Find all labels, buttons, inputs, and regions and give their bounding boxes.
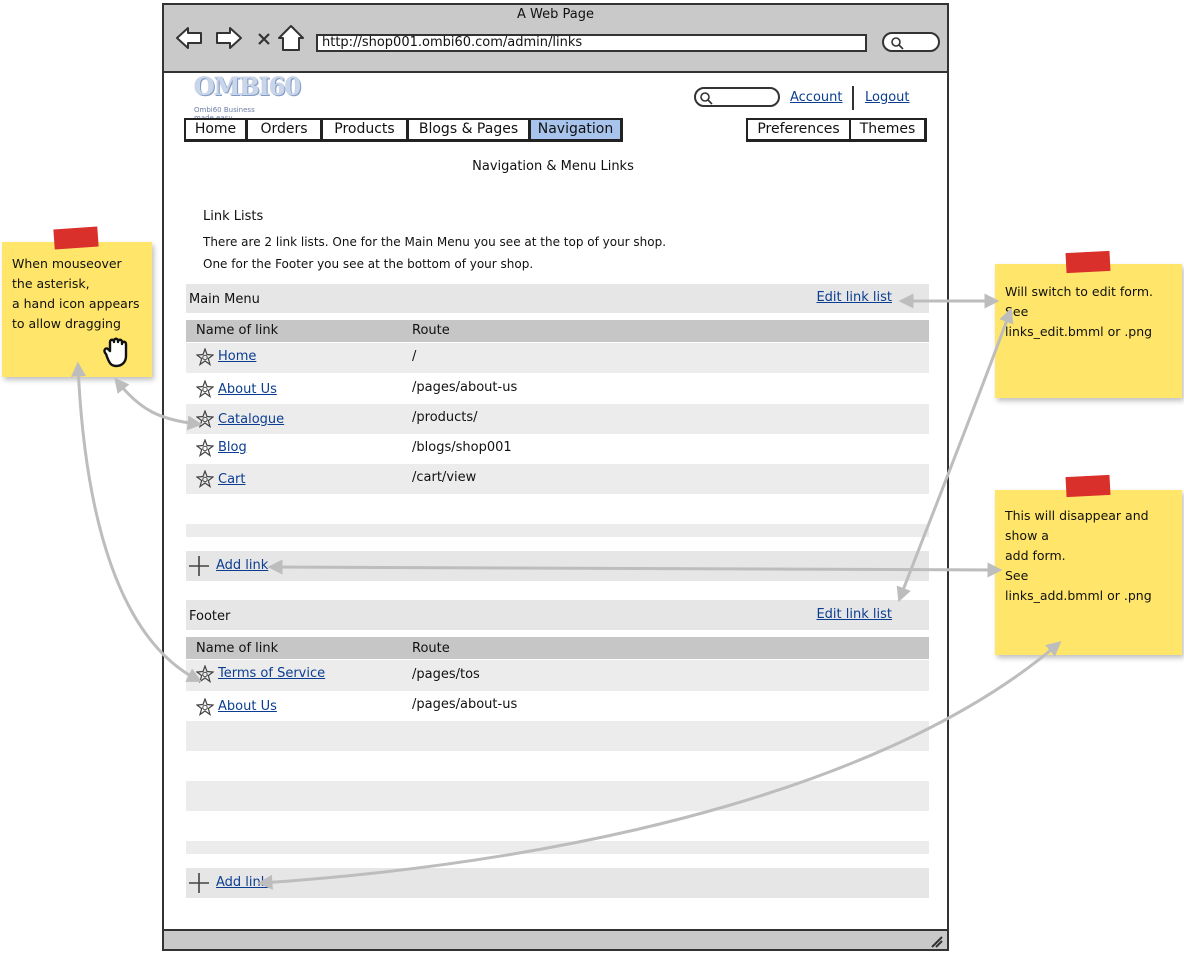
section-title: Main Menu (189, 292, 260, 307)
window-title: A Web Page (517, 7, 594, 22)
table-header: Name of link Route (186, 637, 929, 659)
note-text: links_add.bmml or .png (1005, 588, 1152, 603)
link-name[interactable]: Cart (218, 472, 246, 487)
sticky-tape (1065, 474, 1111, 498)
column-header-route: Route (412, 641, 450, 656)
empty-row (186, 841, 929, 854)
link-name[interactable]: Blog (218, 440, 247, 455)
tab-home[interactable]: Home (184, 118, 248, 142)
empty-row (186, 781, 929, 811)
note-text: a hand icon appears (12, 296, 140, 311)
table-row: Terms of Service /pages/tos (186, 660, 929, 691)
intro-text: There are 2 link lists. One for the Main… (203, 235, 667, 249)
note-text: links_edit.bmml or .png (1005, 324, 1153, 339)
plus-icon[interactable] (188, 555, 210, 577)
column-header-route: Route (412, 323, 450, 338)
admin-search-input[interactable] (694, 87, 780, 107)
table-row: About Us /pages/about-us (186, 373, 929, 403)
link-route: /pages/tos (412, 667, 480, 682)
header-divider (852, 86, 854, 110)
link-name[interactable]: Home (218, 349, 256, 364)
tab-navigation[interactable]: Navigation (529, 118, 623, 142)
note-text: add form. (1005, 548, 1066, 563)
drag-handle-asterisk-icon[interactable] (196, 380, 214, 398)
logo-wordmark: OMBI60 (194, 72, 301, 101)
link-name[interactable]: Catalogue (218, 412, 284, 427)
url-address-bar[interactable]: http://shop001.ombi60.com/admin/links (316, 34, 867, 52)
add-link-row: Add link (186, 868, 929, 898)
link-route: /cart/view (412, 470, 477, 485)
drag-handle-asterisk-icon[interactable] (196, 470, 214, 488)
browser-search-field[interactable] (882, 32, 940, 52)
link-name[interactable]: Terms of Service (218, 666, 325, 681)
drag-handle-asterisk-icon[interactable] (196, 439, 214, 457)
note-text: to allow dragging (12, 316, 121, 331)
drag-handle-asterisk-icon[interactable] (196, 698, 214, 716)
table-row: Blog /blogs/shop001 (186, 434, 929, 464)
table-header: Name of link Route (186, 320, 929, 342)
note-text: Will switch to edit form. (1005, 284, 1153, 299)
section-title: Footer (189, 609, 231, 624)
resize-grip-icon[interactable] (929, 934, 943, 948)
table-row: Home / (186, 343, 929, 373)
link-name[interactable]: About Us (218, 382, 277, 397)
column-header-name: Name of link (196, 641, 279, 656)
back-arrow-icon[interactable] (174, 23, 204, 53)
edit-link-list-button[interactable]: Edit link list (816, 290, 892, 305)
browser-status-bar (164, 929, 947, 949)
link-name[interactable]: About Us (218, 699, 277, 714)
hand-cursor-icon (103, 337, 128, 368)
link-route: /products/ (412, 410, 478, 425)
intro-text: One for the Footer you see at the bottom… (203, 257, 534, 271)
add-link-row: Add link (186, 551, 929, 581)
browser-title-bar: A Web Page http://shop001.ombi60.com/adm… (164, 5, 947, 73)
shop-logo[interactable]: OMBI60 Ombi60 Business made easy (194, 72, 301, 122)
sticky-tape (53, 226, 99, 250)
table-row: Cart /cart/view (186, 464, 929, 494)
note-text: the asterisk, (12, 276, 90, 291)
drag-handle-asterisk-icon[interactable] (196, 410, 214, 428)
column-header-name: Name of link (196, 323, 279, 338)
logout-link[interactable]: Logout (865, 90, 910, 105)
footer-section-header: Footer Edit link list (186, 600, 929, 630)
tab-orders[interactable]: Orders (246, 118, 323, 142)
home-icon[interactable] (276, 23, 306, 53)
link-route: /blogs/shop001 (412, 440, 512, 455)
plus-icon[interactable] (188, 872, 210, 894)
tab-preferences[interactable]: Preferences (746, 118, 852, 142)
link-route: /pages/about-us (412, 697, 518, 712)
note-text: This will disappear and (1005, 508, 1149, 523)
tab-blogs-pages[interactable]: Blogs & Pages (407, 118, 531, 142)
drag-handle-asterisk-icon[interactable] (196, 665, 214, 683)
add-link-button[interactable]: Add link (216, 558, 268, 573)
drag-handle-asterisk-icon[interactable] (196, 348, 214, 366)
note-text: When mouseover (12, 256, 122, 271)
empty-row (186, 524, 929, 537)
link-route: / (412, 349, 417, 364)
sticky-tape (1065, 250, 1111, 274)
link-route: /pages/about-us (412, 380, 518, 395)
note-text: See (1005, 304, 1029, 319)
sticky-note-add: This will disappear and show a add form.… (995, 490, 1182, 655)
account-link[interactable]: Account (790, 90, 843, 105)
note-text: See (1005, 568, 1029, 583)
table-row: About Us /pages/about-us (186, 691, 929, 721)
sticky-note-edit: Will switch to edit form. See links_edit… (995, 264, 1182, 398)
tab-products[interactable]: Products (321, 118, 409, 142)
add-link-button[interactable]: Add link (216, 875, 268, 890)
note-text: show a (1005, 528, 1049, 543)
empty-row (186, 721, 929, 751)
sticky-note-drag: When mouseover the asterisk, a hand icon… (2, 242, 152, 377)
tab-themes[interactable]: Themes (849, 118, 927, 142)
edit-link-list-button[interactable]: Edit link list (816, 607, 892, 622)
page-title: Navigation & Menu Links (472, 159, 634, 174)
main-menu-section-header: Main Menu Edit link list (186, 284, 929, 313)
search-icon (891, 37, 904, 50)
forward-arrow-icon[interactable] (214, 23, 244, 53)
section-heading-link-lists: Link Lists (203, 209, 264, 224)
search-icon (700, 92, 713, 105)
table-row: Catalogue /products/ (186, 404, 929, 434)
